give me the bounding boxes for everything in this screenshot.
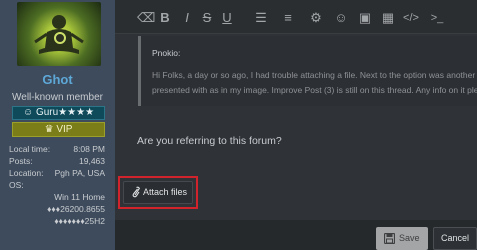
media-icon[interactable]: ▣ [358, 10, 372, 26]
gallery-icon[interactable]: ▦ [381, 10, 395, 26]
os-line: ♦♦♦26200.8655 [47, 204, 105, 214]
stat-row-location: Location: Pgh PA, USA [9, 168, 105, 180]
quote-line: Hi Folks, a day or so ago, I had trouble… [152, 70, 477, 80]
stat-value: Pgh PA, USA [54, 168, 105, 178]
rank-label: Guru★★★★ [35, 107, 95, 118]
stat-value[interactable]: 19,463 [79, 156, 105, 166]
rank-badge: ☺ Guru★★★★ [12, 106, 105, 120]
user-panel: Ghot Well-known member ☺ Guru★★★★ ♛ VIP … [0, 0, 115, 250]
user-icon: ☺ [22, 107, 34, 118]
stat-label: OS: [9, 180, 24, 190]
clear-format-icon[interactable]: ⌫ [137, 10, 155, 26]
quote-body: Hi Folks, a day or so ago, I had trouble… [152, 68, 477, 98]
quote-block: Pnokio: Hi Folks, a day or so ago, I had… [138, 36, 477, 106]
avatar[interactable] [17, 2, 101, 66]
stat-label: Location: [9, 168, 44, 178]
save-label: Save [399, 233, 420, 243]
paperclip-icon [132, 186, 140, 198]
reply-text[interactable]: Are you referring to this forum? [137, 135, 282, 147]
list-icon[interactable]: ☰ [251, 10, 271, 26]
editor-toolbar: ⌫ B I S U ☰ ≡ ⚙ ☺ ▣ ▦ </> >_ [115, 0, 477, 34]
stat-row-posts: Posts: 19,463 [9, 156, 105, 168]
reply-editor: ⌫ B I S U ☰ ≡ ⚙ ☺ ▣ ▦ </> >_ Pnokio: Hi … [115, 0, 477, 250]
quote-author: Pnokio: [152, 48, 181, 58]
user-title: Well-known member [12, 92, 103, 103]
save-icon [384, 233, 395, 244]
cancel-button[interactable]: Cancel [433, 227, 477, 250]
stat-label: Local time: [9, 144, 51, 154]
stat-value: 8:08 PM [73, 144, 105, 154]
username[interactable]: Ghot [0, 72, 115, 87]
vip-badge: ♛ VIP [12, 122, 105, 137]
italic-icon[interactable]: I [182, 10, 192, 26]
stat-row-os: OS: [9, 180, 105, 192]
save-button[interactable]: Save [376, 227, 428, 250]
underline-icon[interactable]: U [221, 10, 233, 26]
attach-files-label: Attach files [143, 187, 188, 197]
attach-files-button[interactable]: Attach files [123, 181, 193, 204]
vip-icon: ♛ [44, 124, 54, 135]
online-status-icon [54, 32, 66, 44]
stat-label: Posts: [9, 156, 33, 166]
align-icon[interactable]: ≡ [278, 10, 298, 26]
strikethrough-icon[interactable]: S [201, 10, 213, 26]
vip-label: VIP [56, 124, 73, 135]
link-icon[interactable]: ⚙ [309, 10, 323, 26]
emoji-icon[interactable]: ☺ [334, 10, 348, 26]
os-line: ♦♦♦♦♦♦♦25H2 [54, 216, 105, 226]
bold-icon[interactable]: B [159, 10, 171, 26]
stat-row-local-time: Local time: 8:08 PM [9, 144, 105, 156]
code-icon[interactable]: </> [401, 10, 421, 26]
quote-line: presented with as in my image. Improve P… [152, 85, 477, 95]
os-line: Win 11 Home [54, 192, 105, 202]
inline-code-icon[interactable]: >_ [428, 10, 446, 26]
form-footer: Save Cancel [115, 220, 477, 250]
